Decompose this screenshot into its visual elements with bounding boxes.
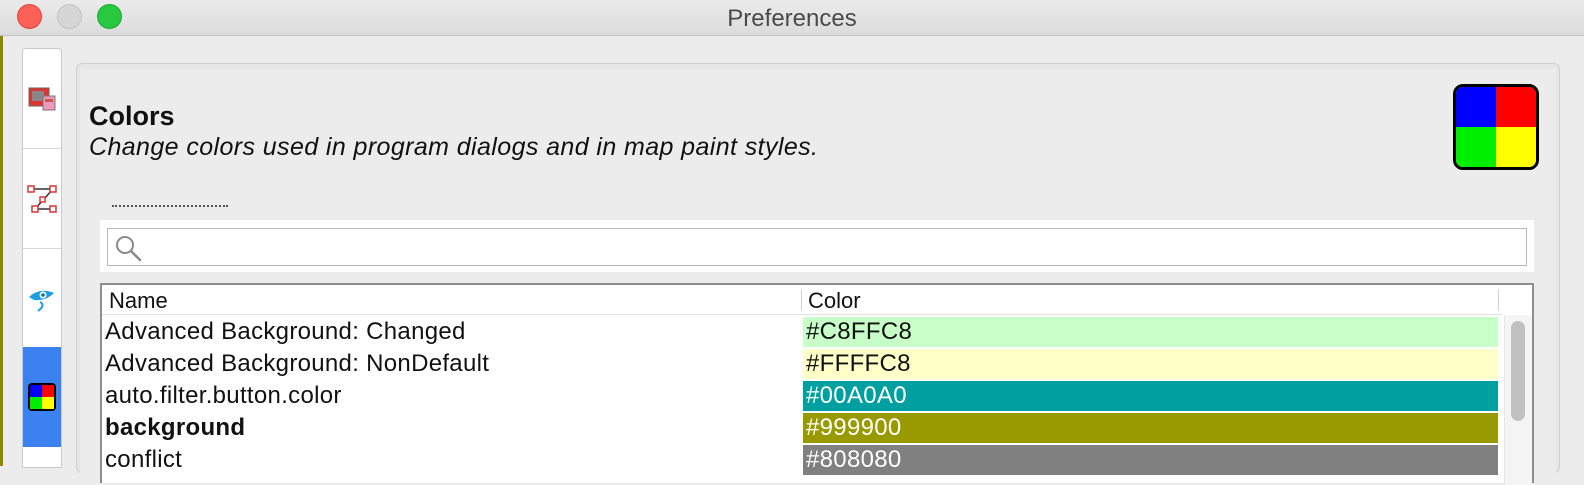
title-bar: Preferences	[0, 0, 1584, 36]
color-value-cell[interactable]: #FFFFC8	[803, 349, 1498, 379]
colors-icon	[28, 383, 56, 411]
color-name-cell: auto.filter.button.color	[105, 382, 342, 409]
preferences-sidebar	[22, 48, 62, 468]
search-container	[100, 220, 1534, 272]
table-row[interactable]: auto.filter.button.color #00A0A0	[102, 380, 1502, 412]
draw-node-icon	[27, 184, 57, 213]
remote-control-icon	[29, 290, 54, 312]
table-header: Name Color	[102, 285, 1502, 315]
search-input[interactable]	[107, 228, 1527, 266]
table-row[interactable]: background #999900	[102, 412, 1502, 444]
sidebar-item-colors[interactable]	[23, 347, 61, 447]
page-title: Colors	[89, 101, 175, 131]
preferences-window: Preferences Colors Change colors used in…	[0, 0, 1584, 485]
column-divider[interactable]	[1498, 289, 1499, 311]
color-name-cell: background	[105, 414, 246, 441]
color-value-cell[interactable]: #999900	[803, 413, 1498, 443]
color-name-cell: Advanced Background: Changed	[105, 318, 466, 345]
sidebar-item-remote-control[interactable]	[23, 249, 61, 349]
scrollbar-thumb[interactable]	[1511, 321, 1525, 421]
colors-settings-pane: Colors Change colors used in program dia…	[80, 69, 1556, 485]
table-scrollbar[interactable]	[1504, 315, 1532, 485]
tab-strip	[112, 205, 228, 207]
column-header-color[interactable]: Color	[808, 288, 861, 314]
page-description: Change colors used in program dialogs an…	[89, 133, 819, 161]
color-value-cell[interactable]: #00A0A0	[803, 381, 1498, 411]
table-row[interactable]: Advanced Background: Changed #C8FFC8	[102, 316, 1502, 348]
background-window-edge	[0, 36, 3, 466]
window-title: Preferences	[727, 5, 857, 32]
display-settings-icon	[28, 87, 56, 110]
colors-table: Name Color Advanced Background: Changed #…	[100, 283, 1534, 485]
color-name-cell: Advanced Background: NonDefault	[105, 350, 490, 377]
sidebar-item-display[interactable]	[23, 49, 61, 149]
table-row[interactable]: Advanced Background: NonDefault #FFFFC8	[102, 348, 1502, 380]
column-divider[interactable]	[801, 289, 802, 311]
table-row[interactable]: conflict #808080	[102, 444, 1502, 476]
color-name-cell: conflict	[105, 446, 183, 473]
colors-icon	[1453, 84, 1539, 170]
color-value-cell[interactable]: #C8FFC8	[803, 317, 1498, 347]
preferences-panel: Colors Change colors used in program dia…	[76, 63, 1560, 485]
column-header-name[interactable]: Name	[109, 288, 168, 314]
search-icon	[116, 236, 142, 262]
color-value-cell[interactable]: #808080	[803, 445, 1498, 475]
sidebar-item-drawing[interactable]	[23, 149, 61, 249]
